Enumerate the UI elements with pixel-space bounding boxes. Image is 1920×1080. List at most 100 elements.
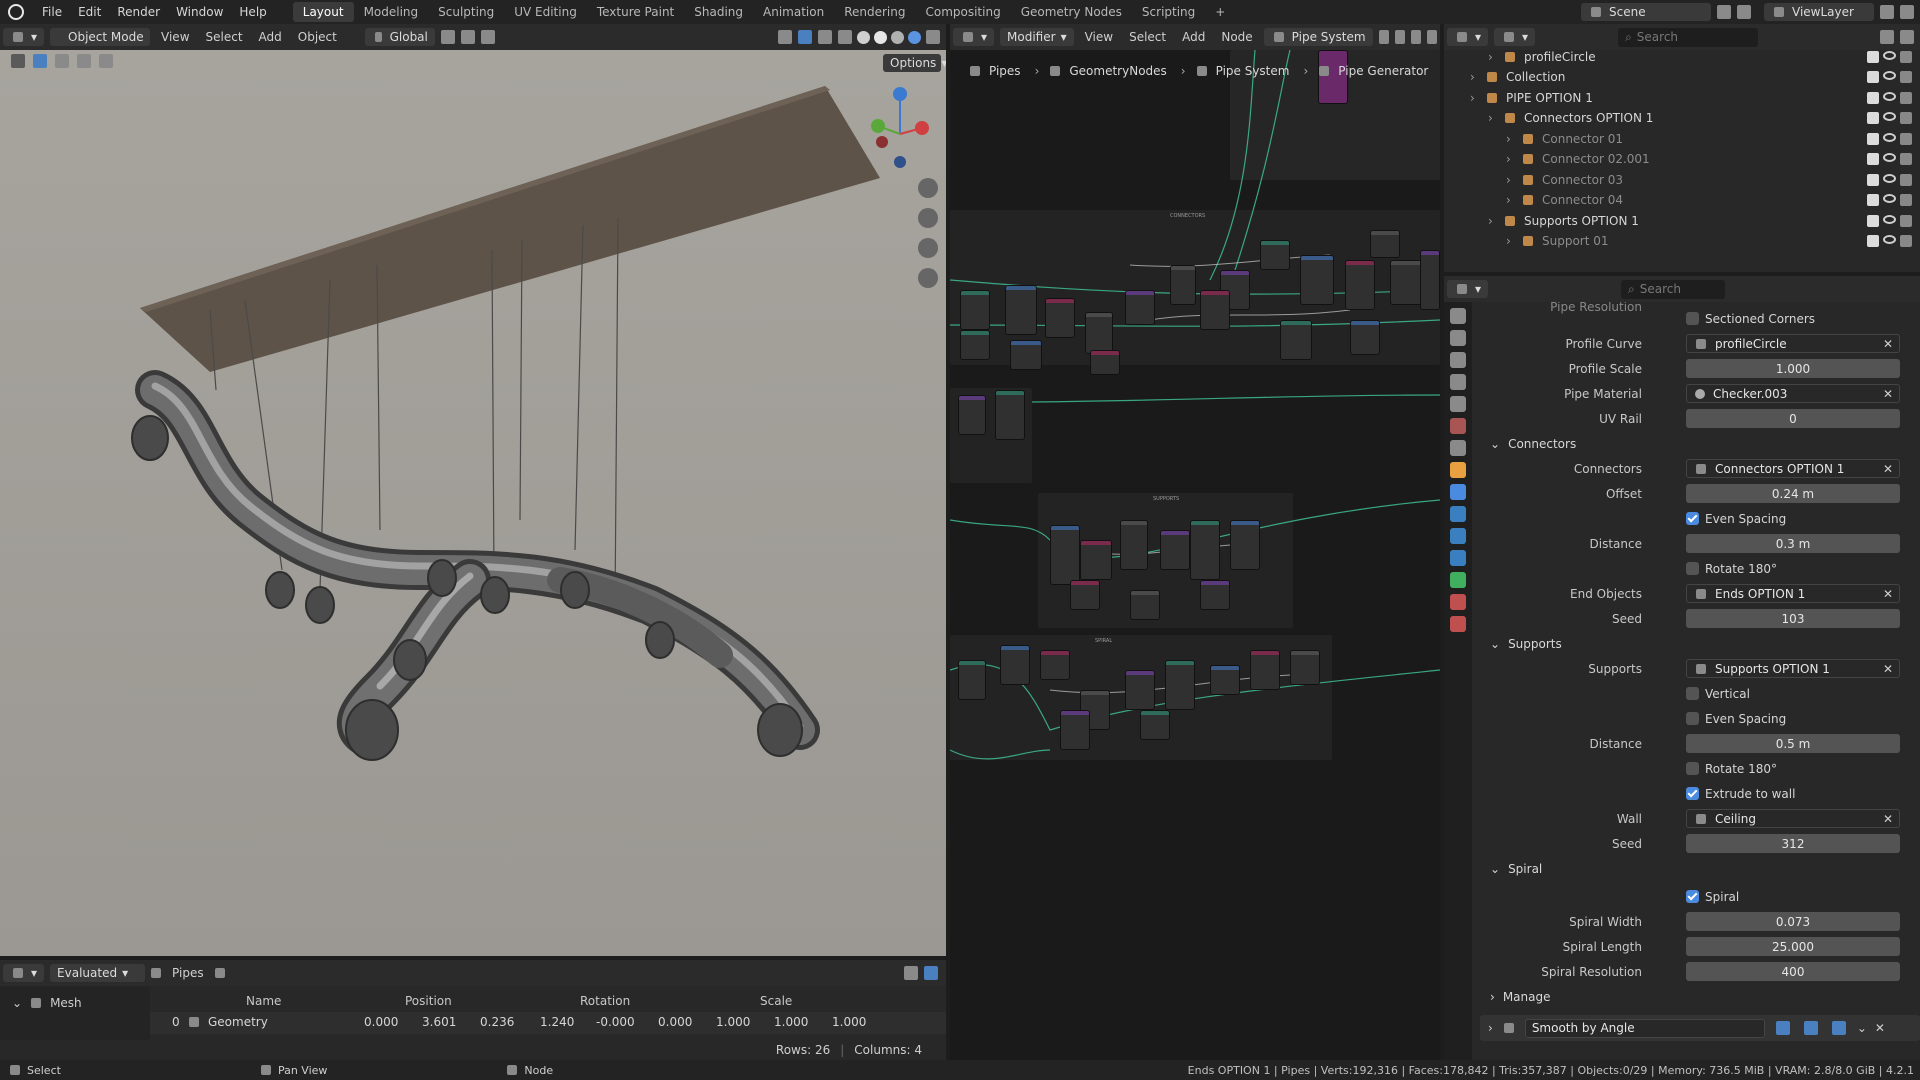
camera-render-icon[interactable] bbox=[1900, 214, 1912, 227]
breadcrumb-pipes[interactable]: Pipes bbox=[989, 64, 1021, 78]
editor-type-button[interactable]: ▾ bbox=[3, 28, 45, 46]
gizmo-icon[interactable] bbox=[798, 30, 812, 44]
gizmo-neg-z-icon[interactable] bbox=[894, 156, 906, 168]
breadcrumb-pipe-generator[interactable]: Pipe Generator bbox=[1338, 64, 1428, 78]
exclude-checkbox-icon[interactable] bbox=[1867, 50, 1879, 63]
exclude-checkbox-icon[interactable] bbox=[1867, 235, 1879, 247]
snap-icon[interactable] bbox=[460, 30, 475, 44]
graph-node[interactable] bbox=[1420, 250, 1440, 310]
workspace-tab-scripting[interactable]: Scripting bbox=[1132, 2, 1205, 22]
outliner-item[interactable]: › Supports OPTION 1 bbox=[1444, 211, 1920, 231]
expand-chevron-icon[interactable]: › bbox=[1506, 173, 1520, 187]
material-tab-icon[interactable] bbox=[1450, 594, 1466, 610]
pin-icon[interactable] bbox=[1426, 30, 1437, 44]
node-editor-canvas[interactable]: CONNECTORS SUPPORTS SPIRAL bbox=[950, 50, 1440, 1062]
camera-render-icon[interactable] bbox=[1900, 112, 1912, 124]
end-objects-field[interactable]: Ends OPTION 1 ✕ bbox=[1686, 584, 1900, 603]
xray-icon[interactable] bbox=[838, 30, 852, 44]
new-scene-icon[interactable] bbox=[1717, 5, 1731, 19]
breadcrumb-pipe-system[interactable]: Pipe System bbox=[1216, 64, 1290, 78]
graph-node[interactable] bbox=[1140, 710, 1170, 740]
object-tab-icon[interactable] bbox=[1450, 462, 1466, 478]
eye-icon[interactable] bbox=[1883, 112, 1896, 121]
expand-chevron-icon[interactable]: › bbox=[1506, 193, 1520, 207]
expand-chevron-icon[interactable]: › bbox=[1506, 132, 1520, 146]
camera-render-icon[interactable] bbox=[1900, 235, 1912, 247]
shading-wireframe-icon[interactable] bbox=[857, 30, 870, 44]
perspective-grid-icon[interactable] bbox=[918, 268, 938, 288]
pin-icon[interactable] bbox=[214, 968, 225, 978]
collection-tab-icon[interactable] bbox=[1450, 440, 1466, 456]
menu-file[interactable]: File bbox=[34, 5, 70, 19]
vertical-checkbox[interactable]: Vertical bbox=[1686, 687, 1750, 701]
outliner-item[interactable]: › Connector 01 bbox=[1444, 129, 1920, 149]
node-menu-view[interactable]: View bbox=[1077, 30, 1121, 44]
world-tab-icon[interactable] bbox=[1450, 418, 1466, 434]
node-tree-selector[interactable]: Pipe System bbox=[1263, 28, 1373, 46]
modifier-tab-icon[interactable] bbox=[1450, 484, 1466, 500]
expand-chevron-icon[interactable]: › bbox=[1470, 91, 1484, 105]
select-tool-icon[interactable] bbox=[11, 54, 25, 68]
properties-search-input[interactable]: ⌕ Search bbox=[1621, 279, 1726, 299]
graph-node[interactable] bbox=[958, 660, 986, 700]
eye-icon[interactable] bbox=[1883, 214, 1896, 224]
expand-chevron-icon[interactable]: › bbox=[1506, 234, 1520, 248]
viewport-menu-select[interactable]: Select bbox=[198, 30, 251, 44]
extrude-checkbox[interactable]: Extrude to wall bbox=[1686, 787, 1795, 801]
viewport-display-icon[interactable] bbox=[1803, 1021, 1818, 1035]
graph-node[interactable] bbox=[1370, 230, 1400, 258]
viewport-menu-view[interactable]: View bbox=[153, 30, 197, 44]
graph-node[interactable] bbox=[1280, 320, 1312, 360]
zoom-icon[interactable] bbox=[918, 178, 938, 198]
shading-rendered-icon[interactable] bbox=[908, 30, 921, 44]
expand-chevron-icon[interactable]: › bbox=[1488, 50, 1502, 64]
supports-field[interactable]: Supports OPTION 1 ✕ bbox=[1686, 659, 1900, 678]
menu-render[interactable]: Render bbox=[109, 5, 168, 19]
graph-node[interactable] bbox=[1350, 320, 1380, 355]
display-mode-dropdown[interactable]: ▾ bbox=[1494, 28, 1536, 46]
spiral-checkbox[interactable]: Spiral bbox=[1686, 890, 1739, 904]
outliner-item[interactable]: › PIPE OPTION 1 bbox=[1444, 88, 1920, 108]
node-menu-node[interactable]: Node bbox=[1213, 30, 1260, 44]
eye-icon[interactable] bbox=[1883, 71, 1896, 80]
pan-hand-icon[interactable] bbox=[918, 208, 938, 228]
connectors-field[interactable]: Connectors OPTION 1 ✕ bbox=[1686, 459, 1900, 478]
graph-node[interactable] bbox=[960, 290, 990, 330]
camera-render-icon[interactable] bbox=[1900, 173, 1912, 186]
eye-icon[interactable] bbox=[1883, 91, 1896, 101]
graph-node[interactable] bbox=[1190, 520, 1220, 580]
graph-node[interactable] bbox=[1390, 260, 1422, 305]
graph-node[interactable] bbox=[1230, 520, 1260, 570]
exclude-checkbox-icon[interactable] bbox=[1867, 132, 1879, 145]
section-supports[interactable]: ⌄ Supports bbox=[1490, 633, 1562, 655]
proportional-edit-icon[interactable] bbox=[480, 30, 495, 44]
data-tab-icon[interactable] bbox=[1450, 572, 1466, 588]
delete-scene-icon[interactable] bbox=[1737, 5, 1751, 19]
seed-2-field[interactable]: 312 bbox=[1686, 834, 1900, 853]
outliner-item[interactable]: › Connector 02.001 bbox=[1444, 149, 1920, 169]
camera-render-icon[interactable] bbox=[1900, 50, 1912, 63]
select-extend-icon[interactable] bbox=[55, 54, 69, 68]
exclude-checkbox-icon[interactable] bbox=[1867, 214, 1879, 227]
graph-node[interactable] bbox=[1200, 580, 1230, 610]
evaluation-dropdown[interactable]: Evaluated ▾ bbox=[50, 964, 146, 982]
render-tab-icon[interactable] bbox=[1450, 330, 1466, 346]
constraints-tab-icon[interactable] bbox=[1450, 550, 1466, 566]
workspace-tab-compositing[interactable]: Compositing bbox=[915, 2, 1010, 22]
graph-node[interactable] bbox=[1345, 260, 1375, 310]
workspace-tab-animation[interactable]: Animation bbox=[753, 2, 834, 22]
distance-field[interactable]: 0.3 m bbox=[1686, 534, 1900, 553]
select-intersect-icon[interactable] bbox=[99, 54, 113, 68]
clear-icon[interactable]: ✕ bbox=[1883, 587, 1893, 601]
eye-icon[interactable] bbox=[1883, 194, 1896, 203]
graph-node[interactable] bbox=[1080, 540, 1112, 580]
graph-node[interactable] bbox=[1010, 340, 1042, 370]
outliner-item[interactable]: › Collection bbox=[1444, 67, 1920, 87]
render-display-icon[interactable] bbox=[1831, 1021, 1846, 1035]
blender-logo-icon[interactable] bbox=[8, 4, 24, 20]
add-workspace-button[interactable]: + bbox=[1205, 2, 1235, 22]
select-box-icon[interactable] bbox=[33, 54, 47, 68]
clear-icon[interactable]: ✕ bbox=[1883, 812, 1893, 826]
modifier-close-icon[interactable]: ✕ bbox=[1875, 1021, 1885, 1035]
pivot-icon[interactable] bbox=[440, 30, 455, 44]
